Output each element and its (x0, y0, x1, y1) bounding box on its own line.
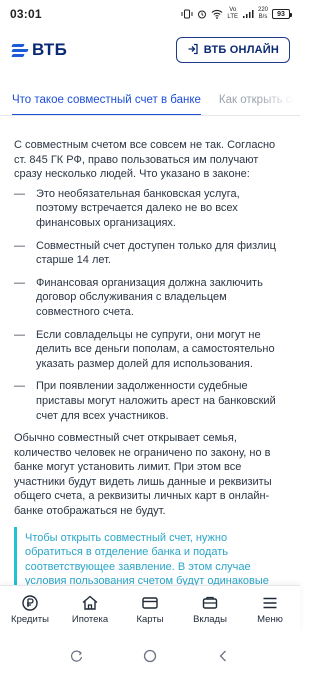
site-header: ВТБ ВТБ ОНЛАЙН (0, 30, 300, 70)
nav-menu[interactable]: Меню (241, 594, 299, 625)
bottom-nav: Кредиты Ипотека Карты Вклады Меню (0, 585, 300, 633)
rotate-icon (70, 650, 82, 662)
intro-paragraph: С совместным счетом все совсем не так. С… (14, 139, 276, 181)
house-icon (82, 595, 98, 610)
vibrate-icon (181, 9, 193, 19)
wifi-icon (211, 9, 223, 19)
article-tabs: Что такое совместный счет в банке Как от… (0, 84, 300, 116)
alarm-icon (197, 9, 207, 19)
home-button[interactable] (143, 649, 157, 668)
list-item: — Совместный счет доступен только для физ… (14, 239, 276, 267)
deposit-icon (202, 596, 218, 609)
home-circle-icon (143, 649, 157, 663)
family-paragraph: Обычно совместный счет открывает семья, … (14, 432, 272, 518)
network-label: Vo LTE (227, 7, 238, 20)
vtb-logo[interactable]: ВТБ (11, 40, 68, 60)
card-icon (142, 597, 158, 609)
logo-text: ВТБ (32, 40, 68, 59)
nav-credits[interactable]: Кредиты (1, 594, 59, 625)
article-content: С совместным счетом все совсем не так. С… (0, 116, 300, 613)
law-list: — Это необязательная банковская услуга, п… (14, 187, 286, 423)
system-nav-bar (0, 633, 300, 684)
list-item: — Финансовая организация должна заключить… (14, 276, 263, 318)
recents-button[interactable] (70, 649, 84, 668)
back-icon (219, 650, 227, 662)
list-item: — Это необязательная банковская услуга, п… (14, 187, 240, 229)
login-icon (187, 43, 199, 58)
nav-mortgage[interactable]: Ипотека (61, 594, 119, 625)
nav-cards[interactable]: Карты (121, 594, 179, 625)
back-button[interactable] (216, 649, 230, 668)
status-icons: Vo LTE 220 B/s 93 (181, 7, 292, 21)
credit-icon (22, 595, 38, 611)
signal-icon (242, 9, 254, 19)
battery-icon: 93 (272, 9, 292, 19)
menu-icon (263, 597, 277, 609)
tabs-fade (260, 84, 300, 115)
status-bar: 03:01 Vo LTE 220 B/s 93 (0, 0, 300, 28)
logo-stripes-icon (11, 43, 29, 57)
network-speed: 220 B/s (257, 7, 268, 20)
vtb-online-button[interactable]: ВТБ ОНЛАЙН (175, 37, 290, 63)
nav-deposits[interactable]: Вклады (181, 594, 239, 625)
list-item: — При появлении задолженности судебные пр… (14, 380, 276, 422)
tab-what-is-joint-account[interactable]: Что такое совместный счет в банке (12, 84, 201, 115)
online-button-label: ВТБ ОНЛАЙН (203, 44, 279, 56)
list-item: — Если совладельцы не супруги, они могут … (14, 328, 275, 370)
status-time: 03:01 (10, 7, 42, 21)
